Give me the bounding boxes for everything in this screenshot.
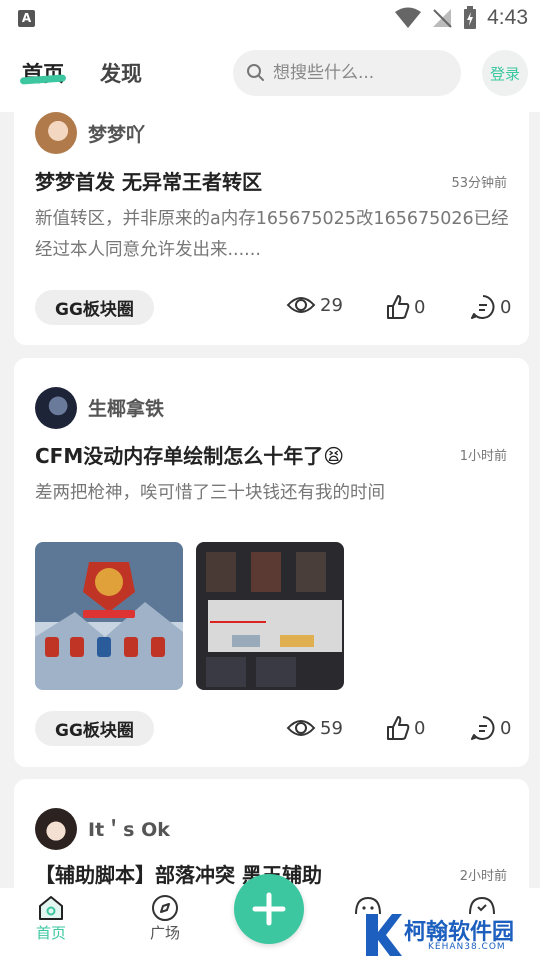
- search-input[interactable]: [273, 63, 453, 83]
- comments-count: 0: [500, 717, 512, 739]
- post-username[interactable]: 梦梦吖: [88, 120, 145, 147]
- search-bar[interactable]: [233, 50, 461, 96]
- nav-plaza-label: 广场: [150, 924, 181, 942]
- views-count: 59: [320, 717, 343, 739]
- like-button[interactable]: 0: [386, 294, 425, 320]
- thumbs-up-icon: [387, 716, 410, 740]
- comment-button[interactable]: 0: [470, 715, 511, 741]
- nav-home[interactable]: 首页: [36, 894, 66, 943]
- comments-count: 0: [500, 296, 512, 318]
- profile-icon[interactable]: [468, 896, 496, 916]
- post-time: 53分钟前: [451, 176, 507, 191]
- comment-button[interactable]: 0: [470, 294, 511, 320]
- post-title[interactable]: CFM没动内存单绘制怎么十年了😫: [35, 440, 344, 469]
- game-rank-screenshot: [35, 542, 183, 690]
- clock: 4:43: [487, 6, 528, 29]
- post-username[interactable]: 生椰拿铁: [88, 394, 164, 421]
- status-icons: 4:43: [395, 6, 528, 30]
- login-button[interactable]: 登录: [482, 50, 528, 96]
- create-post-button[interactable]: [234, 874, 304, 944]
- post-card[interactable]: 梦梦吖 梦梦首发 无异常王者转区 53分钟前 新值转区，并非原来的a内存1656…: [14, 98, 529, 345]
- search-icon: [247, 64, 264, 81]
- views-count: 29: [320, 294, 343, 316]
- eye-icon: [286, 297, 316, 313]
- nav-home-label: 首页: [36, 924, 67, 942]
- post-content[interactable]: 新值转区，并非原来的a内存165675025改165675026已经经过本人同意…: [35, 204, 510, 266]
- avatar[interactable]: [35, 808, 77, 850]
- post-image[interactable]: [35, 542, 183, 690]
- post-content[interactable]: 差两把枪神，唉可惜了三十块钱还有我的时间: [35, 478, 510, 509]
- no-signal-icon: [433, 9, 452, 28]
- comment-icon: [471, 295, 495, 319]
- post-time: 2小时前: [459, 869, 507, 884]
- post-username[interactable]: It＇s Ok: [88, 815, 170, 842]
- avatar[interactable]: [35, 387, 77, 429]
- plus-icon: [252, 892, 286, 926]
- home-icon: [39, 896, 63, 920]
- thumbs-up-icon: [387, 295, 410, 319]
- status-bar: A 4:43: [0, 0, 540, 36]
- eye-icon: [286, 720, 316, 736]
- nav-plaza[interactable]: 广场: [150, 894, 180, 943]
- watermark-logo-icon: [366, 914, 402, 956]
- battery-charging-icon: [464, 6, 477, 29]
- like-button[interactable]: 0: [386, 715, 425, 741]
- watermark-subtext: KEHAN38.COM: [428, 942, 506, 952]
- views-stat: 29: [286, 294, 343, 316]
- post-time: 1小时前: [459, 449, 507, 464]
- comment-icon: [471, 716, 495, 740]
- wifi-icon: [395, 7, 422, 28]
- game-dialog-screenshot: [196, 542, 344, 690]
- compass-icon: [152, 895, 178, 921]
- likes-count: 0: [414, 717, 426, 739]
- notification-app-icon: A: [18, 10, 35, 27]
- post-tag[interactable]: GG板块圈: [35, 711, 154, 746]
- post-tag[interactable]: GG板块圈: [35, 290, 154, 325]
- post-title[interactable]: 梦梦首发 无异常王者转区: [35, 166, 262, 195]
- post-card[interactable]: 生椰拿铁 CFM没动内存单绘制怎么十年了😫 1小时前 差两把枪神，唉可惜了三十块…: [14, 358, 529, 767]
- views-stat: 59: [286, 717, 343, 739]
- likes-count: 0: [414, 296, 426, 318]
- tab-discover[interactable]: 发现: [100, 58, 142, 88]
- post-image[interactable]: [196, 542, 344, 690]
- avatar[interactable]: [35, 112, 77, 154]
